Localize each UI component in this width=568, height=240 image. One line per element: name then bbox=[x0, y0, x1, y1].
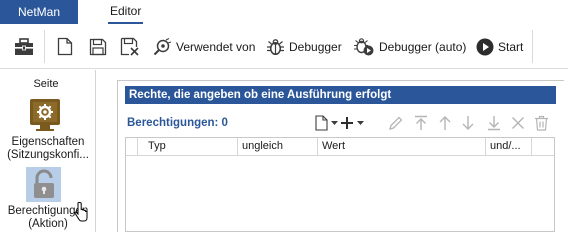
add-entry-dropdown[interactable] bbox=[340, 112, 365, 134]
pencil-icon bbox=[389, 116, 403, 130]
permissions-count-label: Berechtigungen: 0 bbox=[127, 117, 228, 129]
panel-title: Seite bbox=[33, 78, 59, 90]
properties-icon bbox=[30, 99, 60, 131]
column-header-and-or[interactable]: und/... bbox=[486, 138, 532, 155]
edit-button[interactable] bbox=[388, 112, 403, 134]
trash-icon bbox=[535, 115, 548, 131]
chevron-down-icon bbox=[331, 121, 338, 125]
editor-content: Rechte, die angeben ob eine Ausführung e… bbox=[97, 70, 568, 232]
used-by-button[interactable]: Verwendet von bbox=[153, 24, 255, 69]
chevron-down-icon bbox=[357, 121, 364, 125]
close-icon bbox=[512, 117, 524, 129]
toolbar-separator bbox=[44, 30, 45, 63]
debugger-auto-button[interactable]: Debugger (auto) bbox=[353, 24, 466, 69]
save-button[interactable] bbox=[89, 24, 107, 69]
save-icon bbox=[89, 38, 107, 55]
debugger-auto-label: Debugger (auto) bbox=[379, 39, 467, 54]
move-bottom-button[interactable] bbox=[487, 112, 501, 134]
new-document-icon bbox=[315, 115, 328, 131]
tab-netman[interactable]: NetMan bbox=[0, 0, 78, 24]
used-by-icon bbox=[153, 37, 172, 55]
toolbox-icon bbox=[15, 37, 33, 55]
toolbar-separator bbox=[532, 30, 533, 63]
tab-editor[interactable]: Editor bbox=[108, 0, 144, 24]
arrow-up-icon bbox=[439, 116, 451, 130]
save-close-icon bbox=[120, 37, 139, 56]
debugger-button[interactable]: Debugger bbox=[266, 24, 342, 69]
toolbar: Verwendet von Debugger Debugger (auto) S… bbox=[0, 24, 568, 69]
new-document-button[interactable] bbox=[57, 24, 73, 69]
plus-icon bbox=[341, 117, 353, 129]
column-header-value[interactable]: Wert bbox=[318, 138, 486, 155]
used-by-label: Verwendet von bbox=[176, 39, 256, 54]
grid-header: Typ ungleich Wert und/... bbox=[126, 138, 554, 156]
move-top-button[interactable] bbox=[414, 112, 428, 134]
start-label: Start bbox=[498, 39, 524, 54]
move-down-button[interactable] bbox=[461, 112, 475, 134]
toolbox-button[interactable] bbox=[14, 24, 34, 69]
row-indicator-header bbox=[126, 138, 138, 155]
new-entry-dropdown[interactable] bbox=[315, 112, 339, 134]
column-header-not-equal[interactable]: ungleich bbox=[238, 138, 318, 155]
column-header-type[interactable]: Typ bbox=[138, 138, 238, 155]
permissions-grid[interactable]: Typ ungleich Wert und/... bbox=[125, 137, 555, 232]
play-icon bbox=[476, 38, 494, 55]
nav-item-properties-sublabel: (Sitzungskonfi... bbox=[7, 149, 89, 161]
new-document-icon bbox=[57, 37, 73, 56]
bug-play-icon bbox=[354, 38, 374, 56]
arrow-down-to-line-icon bbox=[488, 116, 500, 131]
move-up-button[interactable] bbox=[438, 112, 452, 134]
debugger-label: Debugger bbox=[289, 39, 342, 54]
remove-button[interactable] bbox=[511, 112, 525, 134]
section-header: Rechte, die angeben ob eine Ausführung e… bbox=[125, 86, 556, 104]
nav-item-properties-label: Eigenschaften bbox=[11, 136, 85, 148]
delete-button[interactable] bbox=[534, 112, 549, 134]
ribbon-tab-bar: NetMan Editor bbox=[0, 0, 568, 24]
mouse-cursor-icon bbox=[74, 202, 88, 222]
save-close-button[interactable] bbox=[120, 24, 140, 69]
arrow-up-to-line-icon bbox=[415, 115, 427, 130]
unlock-icon bbox=[34, 169, 54, 198]
start-button[interactable]: Start bbox=[476, 24, 523, 69]
arrow-down-icon bbox=[462, 116, 474, 130]
bug-icon bbox=[267, 38, 284, 55]
